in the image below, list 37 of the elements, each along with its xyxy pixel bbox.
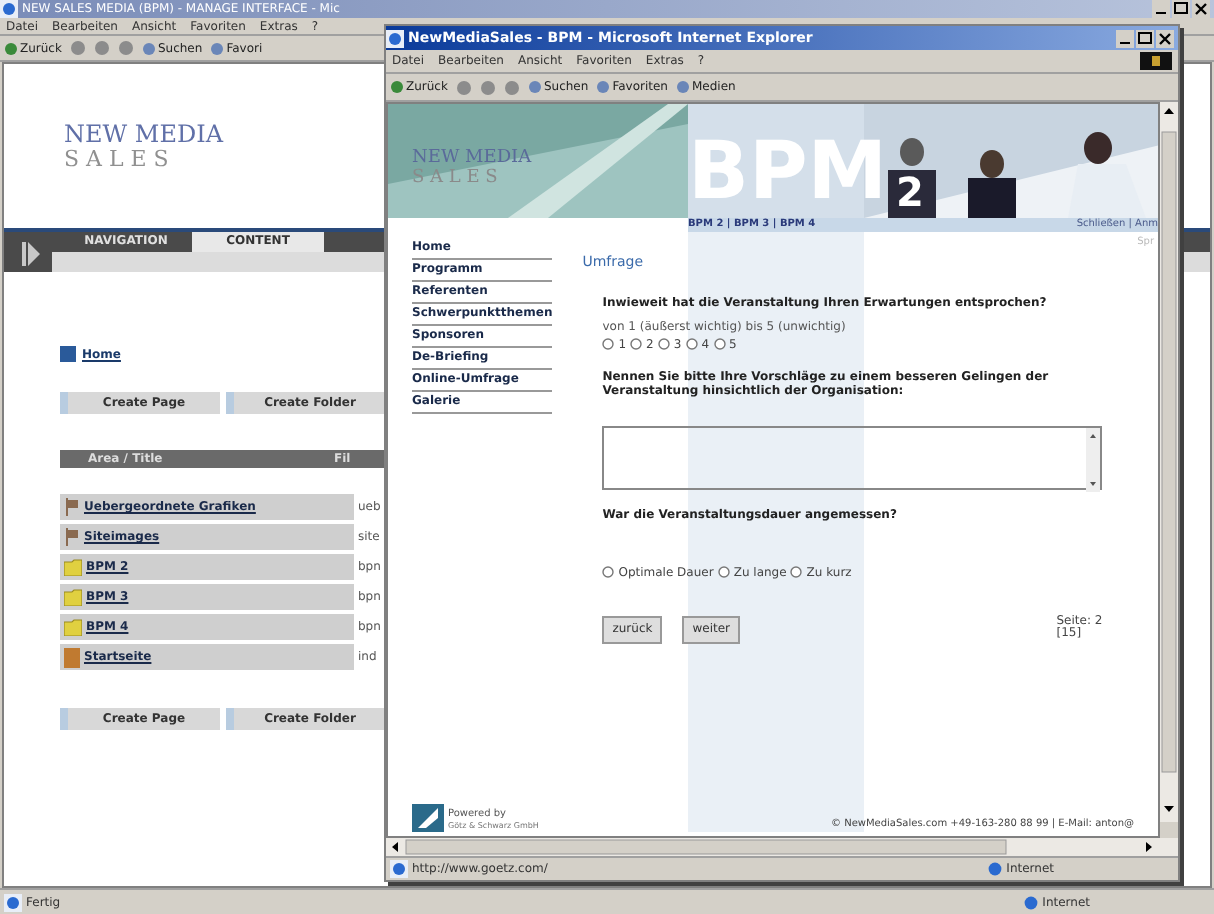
radio-button[interactable] <box>717 566 730 578</box>
toolbar-icon <box>675 80 690 94</box>
horizontal-scrollbar[interactable] <box>386 838 1178 856</box>
close-button[interactable] <box>1192 0 1210 18</box>
radio-button[interactable] <box>790 566 803 578</box>
browser-logo-icon <box>1140 52 1172 70</box>
browser-icon <box>0 0 18 18</box>
logo-text: S A L E S <box>64 147 169 171</box>
close-button[interactable] <box>1156 29 1174 47</box>
radio-button[interactable] <box>630 338 643 350</box>
radio-button[interactable] <box>713 338 726 350</box>
globe-icon <box>988 862 1003 876</box>
scrollbar-icon <box>1086 427 1101 491</box>
flag-icon <box>64 498 80 516</box>
radio-button[interactable] <box>657 338 670 350</box>
toolbar-icon <box>596 80 611 94</box>
page-icon <box>64 647 80 667</box>
company-logo-icon <box>412 804 444 832</box>
text-area[interactable] <box>602 425 1103 489</box>
logo-text: S A L E S <box>412 168 498 188</box>
browser-icon <box>4 893 22 911</box>
flag-icon <box>64 528 80 546</box>
minimize-button[interactable] <box>1116 29 1134 47</box>
globe-icon <box>1024 895 1039 909</box>
radio-button[interactable] <box>602 566 615 578</box>
radio-button[interactable] <box>685 338 698 350</box>
toolbar-icon <box>210 41 225 55</box>
browser-icon <box>386 29 404 47</box>
logo-text: NEW MEDIA <box>412 148 532 168</box>
vertical-scrollbar[interactable] <box>1160 102 1178 822</box>
radio-button[interactable] <box>602 338 615 350</box>
browser-icon <box>390 860 408 878</box>
minimize-button[interactable] <box>1152 0 1170 18</box>
logo-text: NEW MEDIA <box>64 121 223 147</box>
square-icon <box>60 346 76 362</box>
panel-toggle-icon[interactable] <box>20 242 40 266</box>
brand-logo-subscript: 2 <box>896 172 924 212</box>
